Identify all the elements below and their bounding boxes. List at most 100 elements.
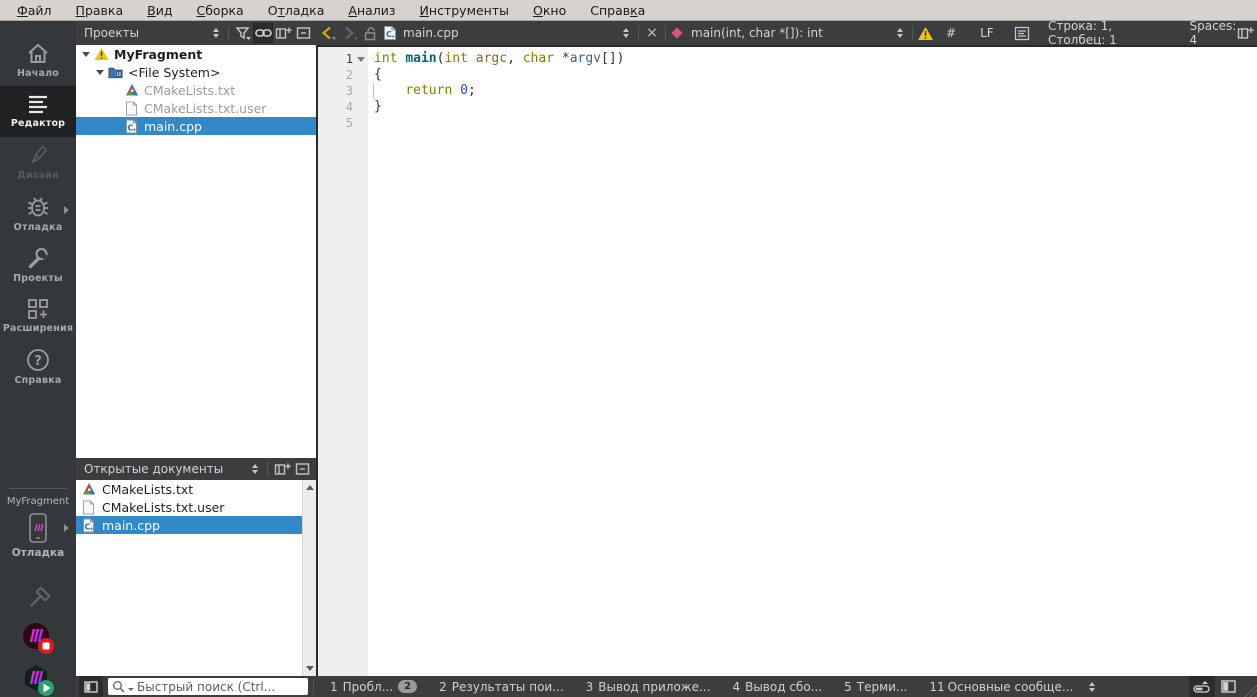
dock-title[interactable]: Открытые документы [84,462,247,476]
line-number: 2 [346,68,353,82]
svg-text:?: ? [34,354,42,369]
projects-tree-panel: MyFragment <File System> CMakeLists.txt … [76,45,316,458]
file-icon [124,101,139,116]
build-button[interactable] [24,585,52,613]
indent-settings[interactable]: Spaces: 4 [1189,19,1237,47]
extensions-icon [25,297,51,321]
resize-grip[interactable] [1241,676,1257,697]
doc-item-main-cpp[interactable]: C++ main.cpp [76,516,316,534]
editor-lines-icon [25,94,51,116]
menu-build[interactable]: Сборка [185,2,254,19]
back-button[interactable] [316,23,338,43]
mode-sidebar: Начало Редактор Дизайн Отладка Проекты Р… [0,21,76,697]
search-icon [112,680,125,693]
split-pane-icon[interactable] [273,23,293,43]
code-editor[interactable]: 1 2 3 4 5 int main(int argc, char *argv[… [316,45,1257,676]
chevron-right-icon[interactable] [64,524,69,532]
menu-help[interactable]: Справка [579,2,656,19]
pane-selector-arrows-icon[interactable] [213,28,219,38]
mode-welcome[interactable]: Начало [0,35,76,86]
tree-item-cmakelists[interactable]: CMakeLists.txt [76,81,316,99]
split-pane-icon[interactable] [272,459,292,479]
filter-icon[interactable] [233,23,253,43]
fold-marker-icon[interactable] [357,57,365,62]
bug-icon [25,194,51,220]
quick-search-box[interactable] [108,678,308,695]
dock-selector-arrows-icon[interactable] [252,464,258,474]
tree-item-main-cpp[interactable]: C++ main.cpp [76,117,316,135]
chevron-down-icon [354,37,358,40]
output-pane-general-messages[interactable]: 11 Основные сообще... [918,676,1084,697]
menu-tools[interactable]: Инструменты [409,2,520,19]
symbol-dropdown[interactable]: main(int, char *[]): int [670,26,908,40]
tree-item-file-system[interactable]: <File System> [76,63,316,81]
mode-extensions[interactable]: Расширения [0,290,76,341]
close-document-button[interactable]: × [643,25,661,41]
output-pane-terminal[interactable]: 5 Терми... [833,676,918,697]
close-pane-icon[interactable] [292,459,312,479]
menu-analyze[interactable]: Анализ [337,2,406,19]
sidebar-divider [9,488,67,489]
symbol-dropdown-arrows-icon[interactable] [897,28,903,38]
stop-run-button[interactable] [21,621,55,655]
cursor-position[interactable]: Строка: 1, Столбец: 1 [1048,19,1160,47]
document-name: main.cpp [403,26,618,40]
menu-debug[interactable]: Отладка [257,2,336,19]
navigation-pane-header: Проекты [76,21,316,45]
encoding-indicator[interactable]: # [946,26,956,40]
line-number: 5 [346,116,353,130]
menu-window[interactable]: Окно [522,2,577,19]
scrollbar[interactable] [302,480,316,676]
output-pane-compile-output[interactable]: 4 Вывод сбо... [721,676,833,697]
doc-item-cmakelists[interactable]: CMakeLists.txt [76,480,316,498]
line-number: 4 [346,100,353,114]
mode-projects[interactable]: Проекты [0,239,76,290]
output-pane-application-output[interactable]: 3 Вывод приложе... [575,676,722,697]
file-icon [81,500,96,515]
pane-selector[interactable]: Проекты [84,26,208,40]
collapse-arrow-icon[interactable] [96,70,104,75]
progress-details-toggle[interactable] [1189,676,1215,697]
doc-item-cmakelists-user[interactable]: CMakeLists.txt.user [76,498,316,516]
text-format-icon[interactable] [1014,23,1030,43]
open-document-dropdown[interactable]: C++ main.cpp [382,26,634,41]
chevron-right-icon[interactable] [64,206,69,214]
link-with-editor-icon[interactable] [253,23,273,43]
code-area[interactable]: int main(int argc, char *argv[]) { retur… [368,47,1257,676]
scroll-up-icon[interactable] [306,485,314,490]
tree-item-cmakelists-user[interactable]: CMakeLists.txt.user [76,99,316,117]
line-number-gutter: 1 2 3 4 5 [318,47,368,676]
svg-text:++: ++ [90,526,96,532]
output-pane-issues[interactable]: 1 Пробл... 2 [319,676,428,697]
output-pane-arrows-icon[interactable] [1089,682,1095,692]
line-ending-indicator[interactable]: LF [980,26,994,40]
line-number: 1 [346,52,353,66]
tree-item-myfragment[interactable]: MyFragment [76,45,316,63]
run-button[interactable] [21,663,55,697]
menu-view[interactable]: Вид [136,2,183,19]
home-icon [25,42,51,66]
cmake-file-icon [81,482,96,497]
forward-button [338,23,360,43]
mode-help[interactable]: ? Справка [0,341,76,392]
scroll-down-icon[interactable] [306,666,314,671]
output-pane-search-results[interactable]: 2 Результаты пои... [428,676,575,697]
left-sidebar-toggle[interactable] [79,676,103,697]
menu-file[interactable]: Файл [6,2,63,19]
collapse-arrow-icon[interactable] [82,52,90,57]
mode-debug[interactable]: Отладка [0,188,76,239]
search-input[interactable] [137,680,297,694]
folder-icon [108,65,123,80]
close-pane-icon[interactable] [293,23,313,43]
document-dropdown-arrows-icon[interactable] [623,28,629,38]
doc-item-label: CMakeLists.txt.user [102,500,224,515]
kit-selector[interactable] [0,512,76,544]
warning-icon[interactable] [917,23,934,43]
device-phone-icon [27,512,49,544]
split-editor-icon[interactable] [1237,23,1254,43]
mode-edit[interactable]: Редактор [0,86,76,137]
menu-edit[interactable]: Правка [65,2,135,19]
right-sidebar-toggle[interactable] [1215,676,1241,697]
search-dropdown-icon[interactable] [128,688,134,691]
issue-count-badge: 2 [398,680,417,693]
